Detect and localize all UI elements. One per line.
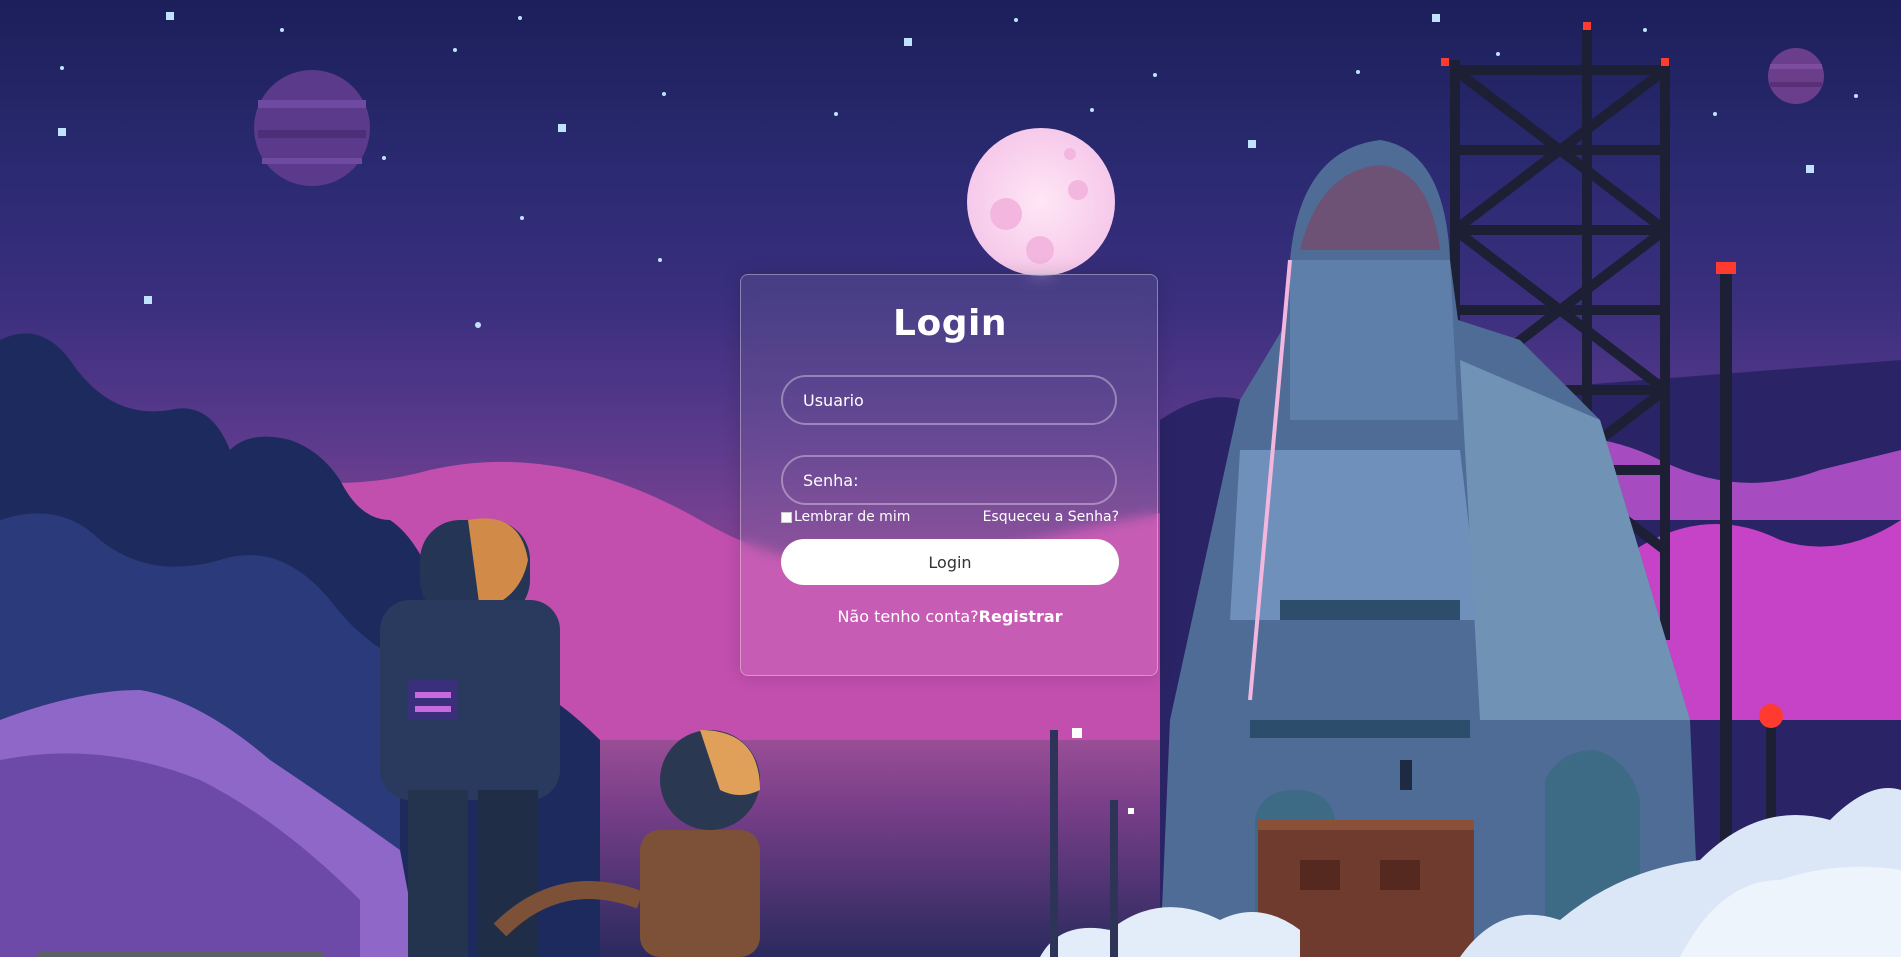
no-account-text: Não tenho conta? (837, 607, 979, 626)
forgot-password-link[interactable]: Esqueceu a Senha? (983, 509, 1119, 525)
tower-light (1661, 58, 1669, 66)
login-options-row: Lembrar de mim Esqueceu a Senha? (781, 507, 1119, 527)
star-icon (144, 296, 152, 304)
login-page: Login Lembrar de mim Esqueceu a Senha? L… (0, 0, 1901, 957)
star-icon (1432, 14, 1440, 22)
star-icon (166, 12, 174, 20)
star-icon (558, 124, 566, 132)
tower-light (1441, 58, 1449, 66)
login-button[interactable]: Login (781, 539, 1119, 585)
register-link[interactable]: Registrar (979, 607, 1063, 626)
remember-me-checkbox[interactable] (781, 511, 792, 523)
username-input[interactable] (783, 377, 1115, 423)
password-input[interactable] (783, 457, 1115, 503)
remember-me[interactable]: Lembrar de mim (781, 509, 910, 525)
password-field[interactable] (781, 455, 1117, 505)
username-field[interactable] (781, 375, 1117, 425)
star-icon (1806, 165, 1814, 173)
remember-me-label: Lembrar de mim (794, 509, 911, 525)
star-icon (904, 38, 912, 46)
planet-icon (1768, 48, 1824, 104)
tower-light (1583, 22, 1591, 30)
register-row: Não tenho conta?Registrar (741, 607, 1159, 626)
horizontal-scrollbar[interactable] (38, 952, 324, 957)
star-icon (1248, 140, 1256, 148)
planet-icon (254, 70, 370, 186)
launch-smoke (1040, 907, 1300, 957)
moon-icon (967, 128, 1115, 276)
login-title: Login (893, 303, 1007, 344)
star-icon (58, 128, 66, 136)
login-card: Login Lembrar de mim Esqueceu a Senha? L… (740, 274, 1158, 676)
